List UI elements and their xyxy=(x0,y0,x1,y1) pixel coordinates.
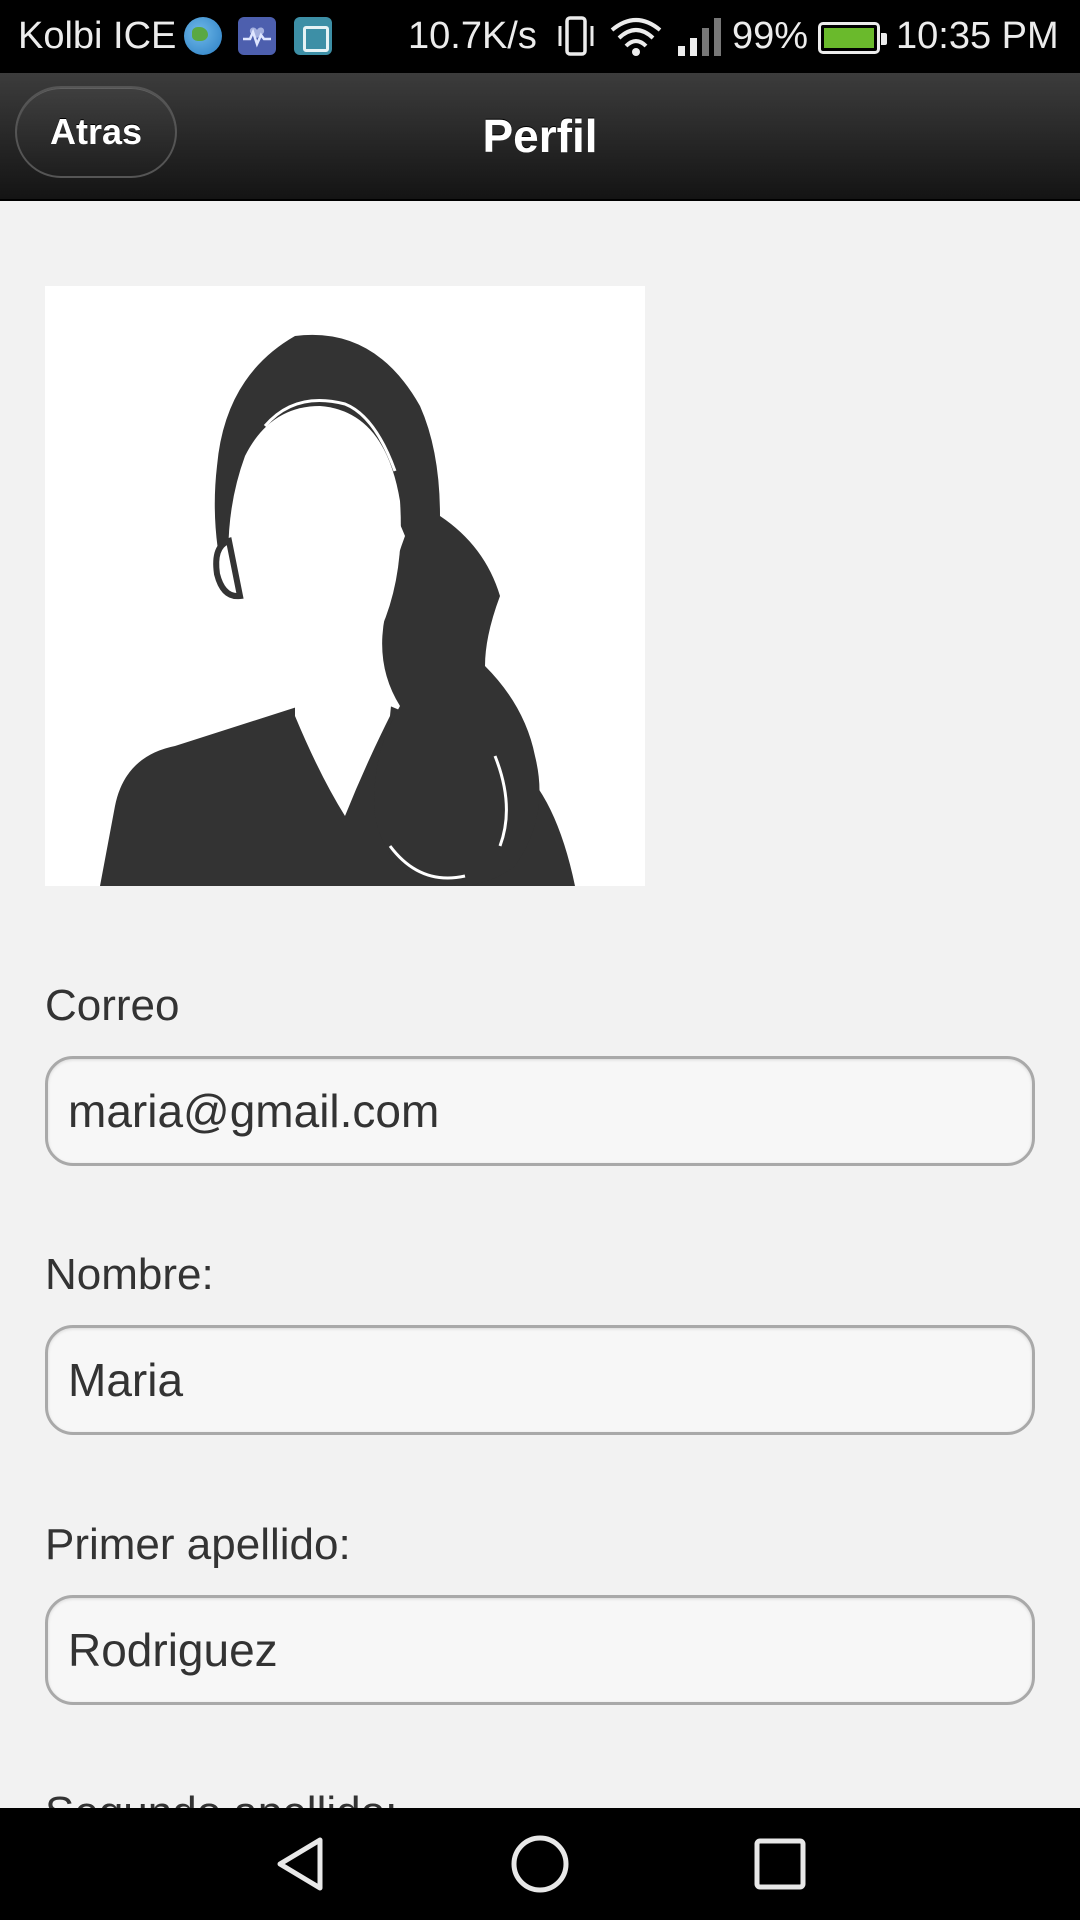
gallery-icon xyxy=(294,17,332,55)
status-bar: Kolbi ICE 10.7K/s 99% 10:35 PM xyxy=(0,0,1080,73)
email-label: Correo xyxy=(45,981,180,1030)
profile-avatar xyxy=(45,286,645,886)
back-button[interactable]: Atras xyxy=(15,86,177,178)
health-app-icon xyxy=(238,17,276,55)
back-triangle-icon[interactable] xyxy=(270,1834,330,1894)
network-speed: 10.7K/s xyxy=(408,15,537,57)
battery-percent: 99% xyxy=(732,15,809,57)
signal-icon xyxy=(678,18,721,56)
name-label: Nombre: xyxy=(45,1250,214,1299)
recents-square-icon[interactable] xyxy=(750,1834,810,1894)
system-nav-bar xyxy=(0,1808,1080,1920)
carrier-name: Kolbi ICE xyxy=(18,15,177,57)
first-surname-label: Primer apellido: xyxy=(45,1520,351,1569)
email-input[interactable] xyxy=(45,1056,1035,1166)
header-bar: Perfil Atras xyxy=(0,73,1080,201)
globe-icon xyxy=(184,17,222,55)
battery-icon xyxy=(818,22,887,54)
wifi-icon xyxy=(610,18,662,56)
name-input[interactable] xyxy=(45,1325,1035,1435)
vibrate-icon xyxy=(558,16,594,56)
home-circle-icon[interactable] xyxy=(510,1834,570,1894)
first-surname-input[interactable] xyxy=(45,1595,1035,1705)
second-surname-label: Segundo apellido: xyxy=(45,1788,397,1808)
clock: 10:35 PM xyxy=(896,15,1059,57)
female-avatar-silhouette xyxy=(100,334,575,886)
profile-content[interactable]: Correo Nombre: Primer apellido: Segundo … xyxy=(0,203,1080,1808)
